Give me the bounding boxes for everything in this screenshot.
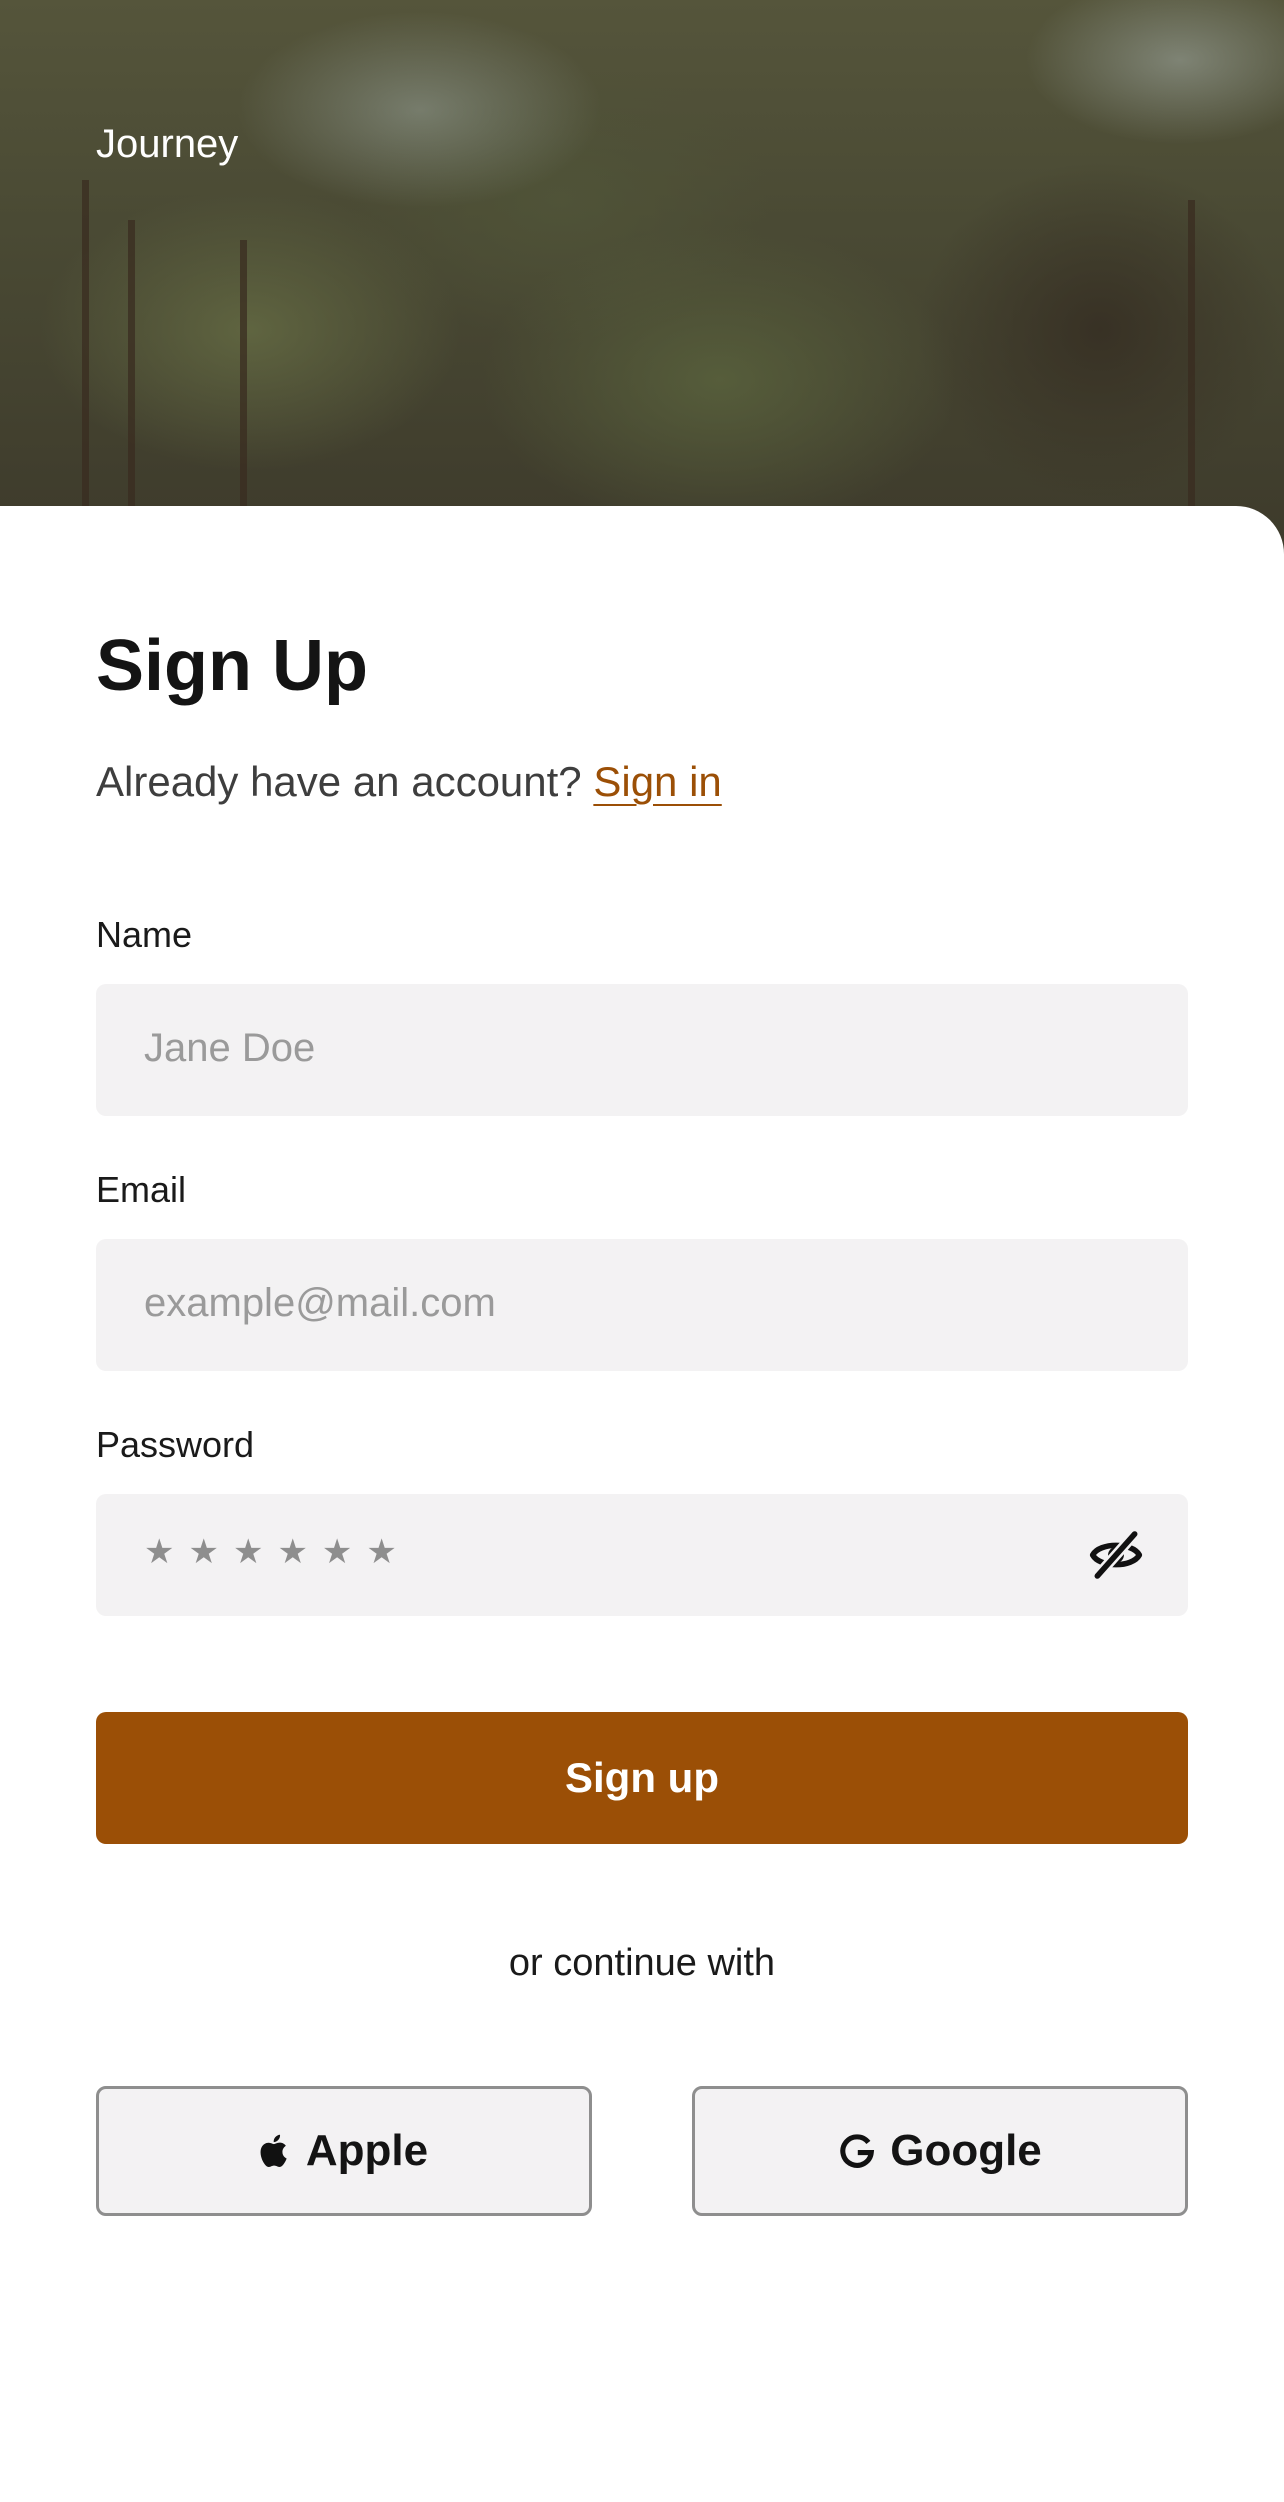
password-label: Password <box>96 1424 255 1465</box>
continue-with-text: or continue with <box>508 1942 776 1984</box>
signin-prompt: Already have an account? Sign in <box>96 758 722 806</box>
google-icon <box>840 2134 875 2168</box>
name-input[interactable]: Jane Doe <box>96 984 1188 1116</box>
apple-icon <box>260 2134 287 2168</box>
password-masked-value: ★★★★★★ <box>144 1533 411 1571</box>
eye-off-icon[interactable] <box>1088 1527 1144 1583</box>
name-placeholder: Jane Doe <box>144 1026 316 1070</box>
email-input[interactable]: example@mail.com <box>96 1239 1188 1371</box>
google-button-label: Google <box>890 2126 1042 2175</box>
apple-button-label: Apple <box>305 2126 429 2175</box>
page-title: Sign Up <box>96 626 368 706</box>
apple-button[interactable]: Apple <box>96 2086 592 2216</box>
sign-up-button-label: Sign up <box>565 1754 719 1801</box>
hero-image: Journey <box>0 0 1284 560</box>
email-placeholder: example@mail.com <box>144 1281 496 1325</box>
tree-trunk <box>82 180 89 560</box>
google-button[interactable]: Google <box>692 2086 1188 2216</box>
brand-name: Journey <box>96 122 239 166</box>
name-label: Name <box>96 914 193 955</box>
sign-up-button[interactable]: Sign up <box>96 1712 1188 1844</box>
password-input[interactable]: ★★★★★★ <box>96 1494 1188 1616</box>
email-label: Email <box>96 1169 187 1210</box>
sign-in-link[interactable]: Sign in <box>593 758 721 805</box>
signin-prompt-text: Already have an account? <box>96 758 582 805</box>
